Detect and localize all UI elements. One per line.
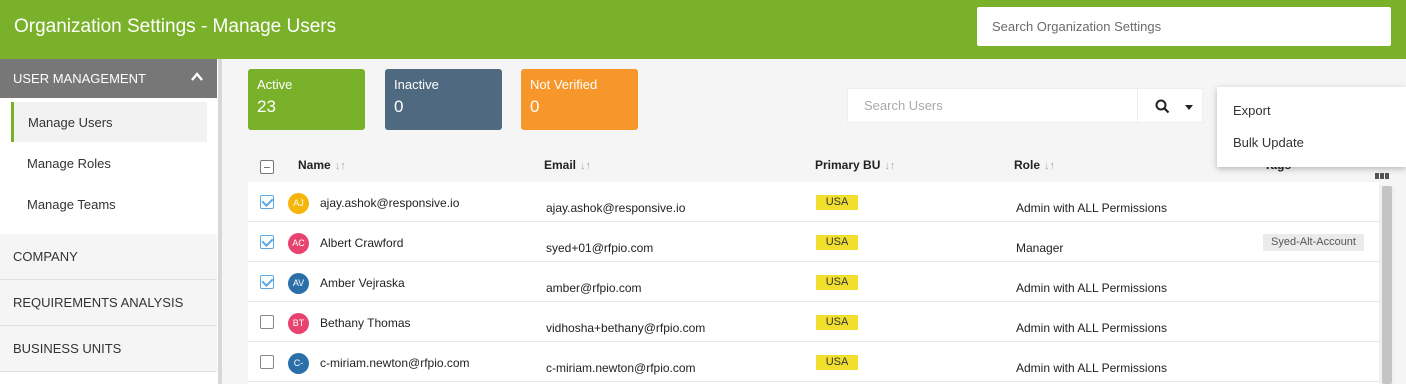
stat-count: 0 <box>394 97 404 116</box>
avatar: AJ <box>288 193 309 214</box>
user-role: Admin with ALL Permissions <box>1016 321 1167 335</box>
column-chooser-icon[interactable] <box>1375 166 1391 179</box>
avatar: BT <box>288 313 309 334</box>
avatar: AC <box>288 233 309 254</box>
bulk-update-menu-item[interactable]: Bulk Update <box>1233 135 1304 150</box>
sort-icon: ↓↑ <box>334 160 346 172</box>
search-users-input[interactable] <box>847 88 1137 123</box>
row-checkbox[interactable] <box>260 235 274 249</box>
table-row[interactable]: AJ ajay.ashok@responsive.io ajay.ashok@r… <box>248 182 1379 222</box>
table-row[interactable]: BT Bethany Thomas vidhosha+bethany@rfpio… <box>248 302 1379 342</box>
user-email: amber@rfpio.com <box>546 281 642 295</box>
sidebar-section-business-units[interactable]: BUSINESS UNITS <box>0 326 217 372</box>
select-all-checkbox[interactable] <box>260 160 274 174</box>
table-row[interactable]: AV Amber Vejraska amber@rfpio.com USA Ad… <box>248 262 1379 302</box>
chevron-down-icon <box>1185 105 1193 110</box>
user-name[interactable]: Bethany Thomas <box>320 316 411 330</box>
user-name[interactable]: ajay.ashok@responsive.io <box>320 196 459 210</box>
users-table: AJ ajay.ashok@responsive.io ajay.ashok@r… <box>248 182 1379 384</box>
stat-count: 0 <box>530 97 540 116</box>
user-role: Admin with ALL Permissions <box>1016 201 1167 215</box>
actions-dropdown-menu: Export Bulk Update <box>1217 87 1406 167</box>
sidebar-submenu: Manage Users Manage Roles Manage Teams <box>0 98 217 233</box>
top-bar: Organization Settings - Manage Users <box>0 0 1406 59</box>
primary-bu-badge: USA <box>816 355 858 370</box>
not-verified-users-card[interactable]: Not Verified 0 <box>521 69 638 130</box>
column-header-primary-bu[interactable]: Primary BU ↓↑ <box>815 158 895 172</box>
user-role: Admin with ALL Permissions <box>1016 361 1167 375</box>
user-tag-badge: Syed-Alt-Account <box>1263 234 1364 251</box>
user-email: ajay.ashok@responsive.io <box>546 201 686 215</box>
table-scrollbar[interactable] <box>1379 186 1395 384</box>
organization-settings-search-input[interactable] <box>977 7 1391 46</box>
export-menu-item[interactable]: Export <box>1233 103 1271 118</box>
primary-bu-badge: USA <box>816 195 858 210</box>
avatar: AV <box>288 273 309 294</box>
sidebar-item-manage-roles[interactable]: Manage Roles <box>11 143 207 183</box>
sidebar-section-company[interactable]: COMPANY <box>0 234 217 280</box>
column-header-email[interactable]: Email ↓↑ <box>544 158 591 172</box>
scrollbar-thumb[interactable] <box>1382 186 1392 384</box>
table-row[interactable]: AC Albert Crawford syed+01@rfpio.com USA… <box>248 222 1379 262</box>
stat-label: Not Verified <box>530 77 598 92</box>
stat-count: 23 <box>257 97 276 116</box>
column-header-role[interactable]: Role ↓↑ <box>1014 158 1055 172</box>
stat-label: Active <box>257 77 293 92</box>
user-name[interactable]: c-miriam.newton@rfpio.com <box>320 356 470 370</box>
sidebar-scrollbar[interactable] <box>218 59 222 384</box>
inactive-users-card[interactable]: Inactive 0 <box>385 69 502 130</box>
user-email: syed+01@rfpio.com <box>546 241 654 255</box>
user-role: Admin with ALL Permissions <box>1016 281 1167 295</box>
page-title: Organization Settings - Manage Users <box>14 16 337 37</box>
sort-icon: ↓↑ <box>580 160 592 172</box>
primary-bu-badge: USA <box>816 315 858 330</box>
row-checkbox[interactable] <box>260 355 274 369</box>
sidebar-section-title: USER MANAGEMENT <box>13 71 146 86</box>
row-checkbox[interactable] <box>260 275 274 289</box>
sort-icon: ↓↑ <box>1044 160 1056 172</box>
user-name[interactable]: Albert Crawford <box>320 236 403 250</box>
sidebar-section-user-management[interactable]: USER MANAGEMENT <box>0 59 217 98</box>
row-checkbox[interactable] <box>260 195 274 209</box>
sidebar-item-manage-users[interactable]: Manage Users <box>11 102 207 142</box>
chevron-up-icon <box>191 72 203 81</box>
primary-bu-badge: USA <box>816 235 858 250</box>
sort-icon: ↓↑ <box>884 160 896 172</box>
sidebar: USER MANAGEMENT Manage Users Manage Role… <box>0 59 222 384</box>
stat-label: Inactive <box>394 77 439 92</box>
primary-bu-badge: USA <box>816 275 858 290</box>
table-row[interactable]: C- c-miriam.newton@rfpio.com c-miriam.ne… <box>248 342 1379 382</box>
user-name[interactable]: Amber Vejraska <box>320 276 405 290</box>
avatar: C- <box>288 353 309 374</box>
row-checkbox[interactable] <box>260 315 274 329</box>
sidebar-item-manage-teams[interactable]: Manage Teams <box>11 184 207 224</box>
column-header-name[interactable]: Name ↓↑ <box>298 158 346 172</box>
search-icon <box>1155 99 1170 114</box>
user-role: Manager <box>1016 241 1064 255</box>
search-options-button[interactable] <box>1137 88 1203 123</box>
user-email: vidhosha+bethany@rfpio.com <box>546 321 706 335</box>
active-users-card[interactable]: Active 23 <box>248 69 365 130</box>
sidebar-section-requirements-analysis[interactable]: REQUIREMENTS ANALYSIS <box>0 280 217 326</box>
user-email: c-miriam.newton@rfpio.com <box>546 361 696 375</box>
